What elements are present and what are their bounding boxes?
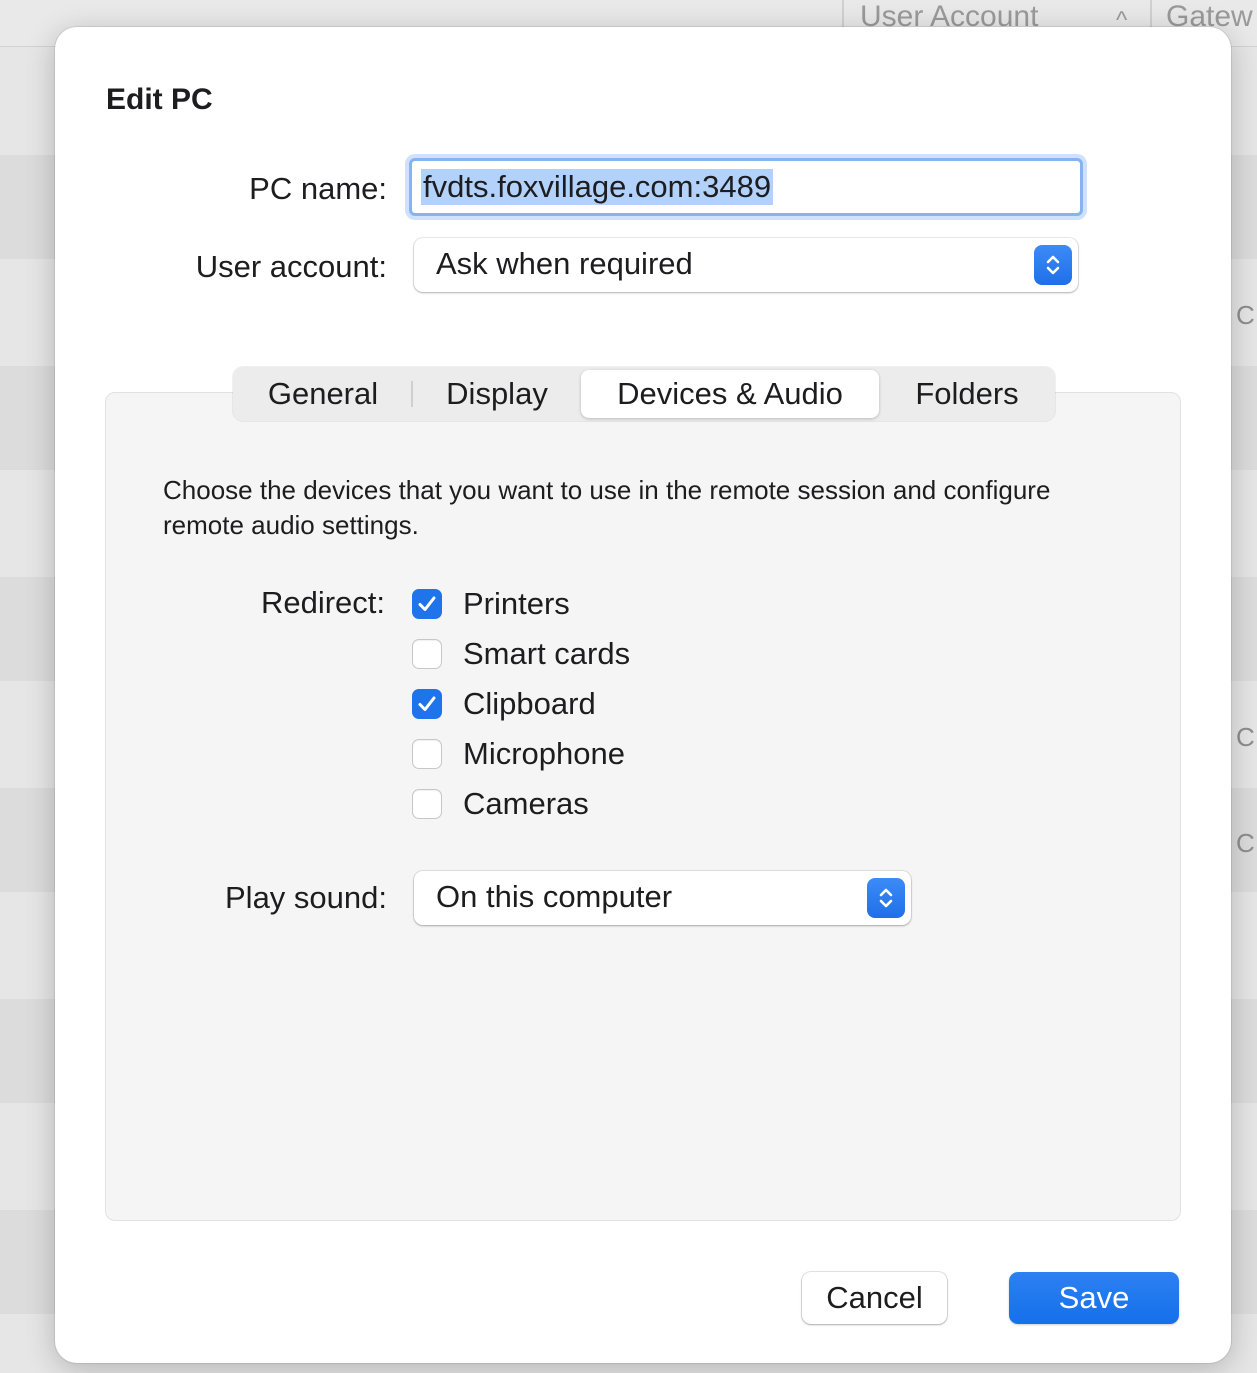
tab-display[interactable]: Display — [415, 367, 579, 421]
redirect-label: Redirect: — [260, 585, 385, 620]
chevron-up-down-icon — [1034, 245, 1072, 285]
chevron-up-down-icon — [867, 878, 905, 918]
empty-checkbox-icon[interactable] — [412, 789, 442, 819]
tab-devices-audio[interactable]: Devices & Audio — [581, 370, 879, 418]
checkbox-label: Clipboard — [463, 686, 596, 721]
checkbox-label: Printers — [463, 586, 570, 621]
play-sound-label: Play sound: — [225, 880, 387, 915]
dialog-title: Edit PC — [106, 83, 213, 116]
pc-name-field[interactable]: fvdts.foxvillage.com:3489 — [409, 158, 1083, 216]
user-account-value: Ask when required — [436, 246, 693, 281]
checkbox-label: Smart cards — [463, 636, 631, 671]
tab-bar: General Display Devices & Audio Folders — [233, 367, 1055, 421]
checkbox-microphone[interactable]: Microphone — [412, 734, 625, 774]
pc-name-label: PC name: — [249, 171, 387, 206]
tab-general[interactable]: General — [237, 367, 409, 421]
play-sound-popup[interactable]: On this computer — [414, 871, 911, 925]
checkmark-icon[interactable] — [412, 589, 442, 619]
tab-divider — [411, 381, 413, 407]
background-cell-fragment: C — [1236, 828, 1255, 858]
checkbox-label: Microphone — [463, 736, 625, 771]
edit-pc-dialog: Edit PC PC name: fvdts.foxvillage.com:34… — [55, 27, 1231, 1363]
user-account-label: User account: — [195, 249, 387, 284]
user-account-popup[interactable]: Ask when required — [414, 238, 1078, 292]
background-cell-fragment: C — [1236, 300, 1255, 330]
checkbox-clipboard[interactable]: Clipboard — [412, 684, 596, 724]
tab-folders[interactable]: Folders — [883, 367, 1051, 421]
checkbox-smart-cards[interactable]: Smart cards — [412, 634, 630, 674]
empty-checkbox-icon[interactable] — [412, 639, 442, 669]
checkmark-icon[interactable] — [412, 689, 442, 719]
play-sound-value: On this computer — [436, 879, 673, 914]
checkbox-cameras[interactable]: Cameras — [412, 784, 589, 824]
checkbox-printers[interactable]: Printers — [412, 584, 570, 624]
devices-description: Choose the devices that you want to use … — [163, 475, 1051, 540]
save-button[interactable]: Save — [1009, 1272, 1179, 1324]
pc-name-value: fvdts.foxvillage.com:3489 — [421, 169, 774, 205]
background-cell-fragment: C — [1236, 722, 1255, 752]
cancel-button[interactable]: Cancel — [802, 1272, 947, 1324]
empty-checkbox-icon[interactable] — [412, 739, 442, 769]
checkbox-label: Cameras — [463, 786, 589, 821]
